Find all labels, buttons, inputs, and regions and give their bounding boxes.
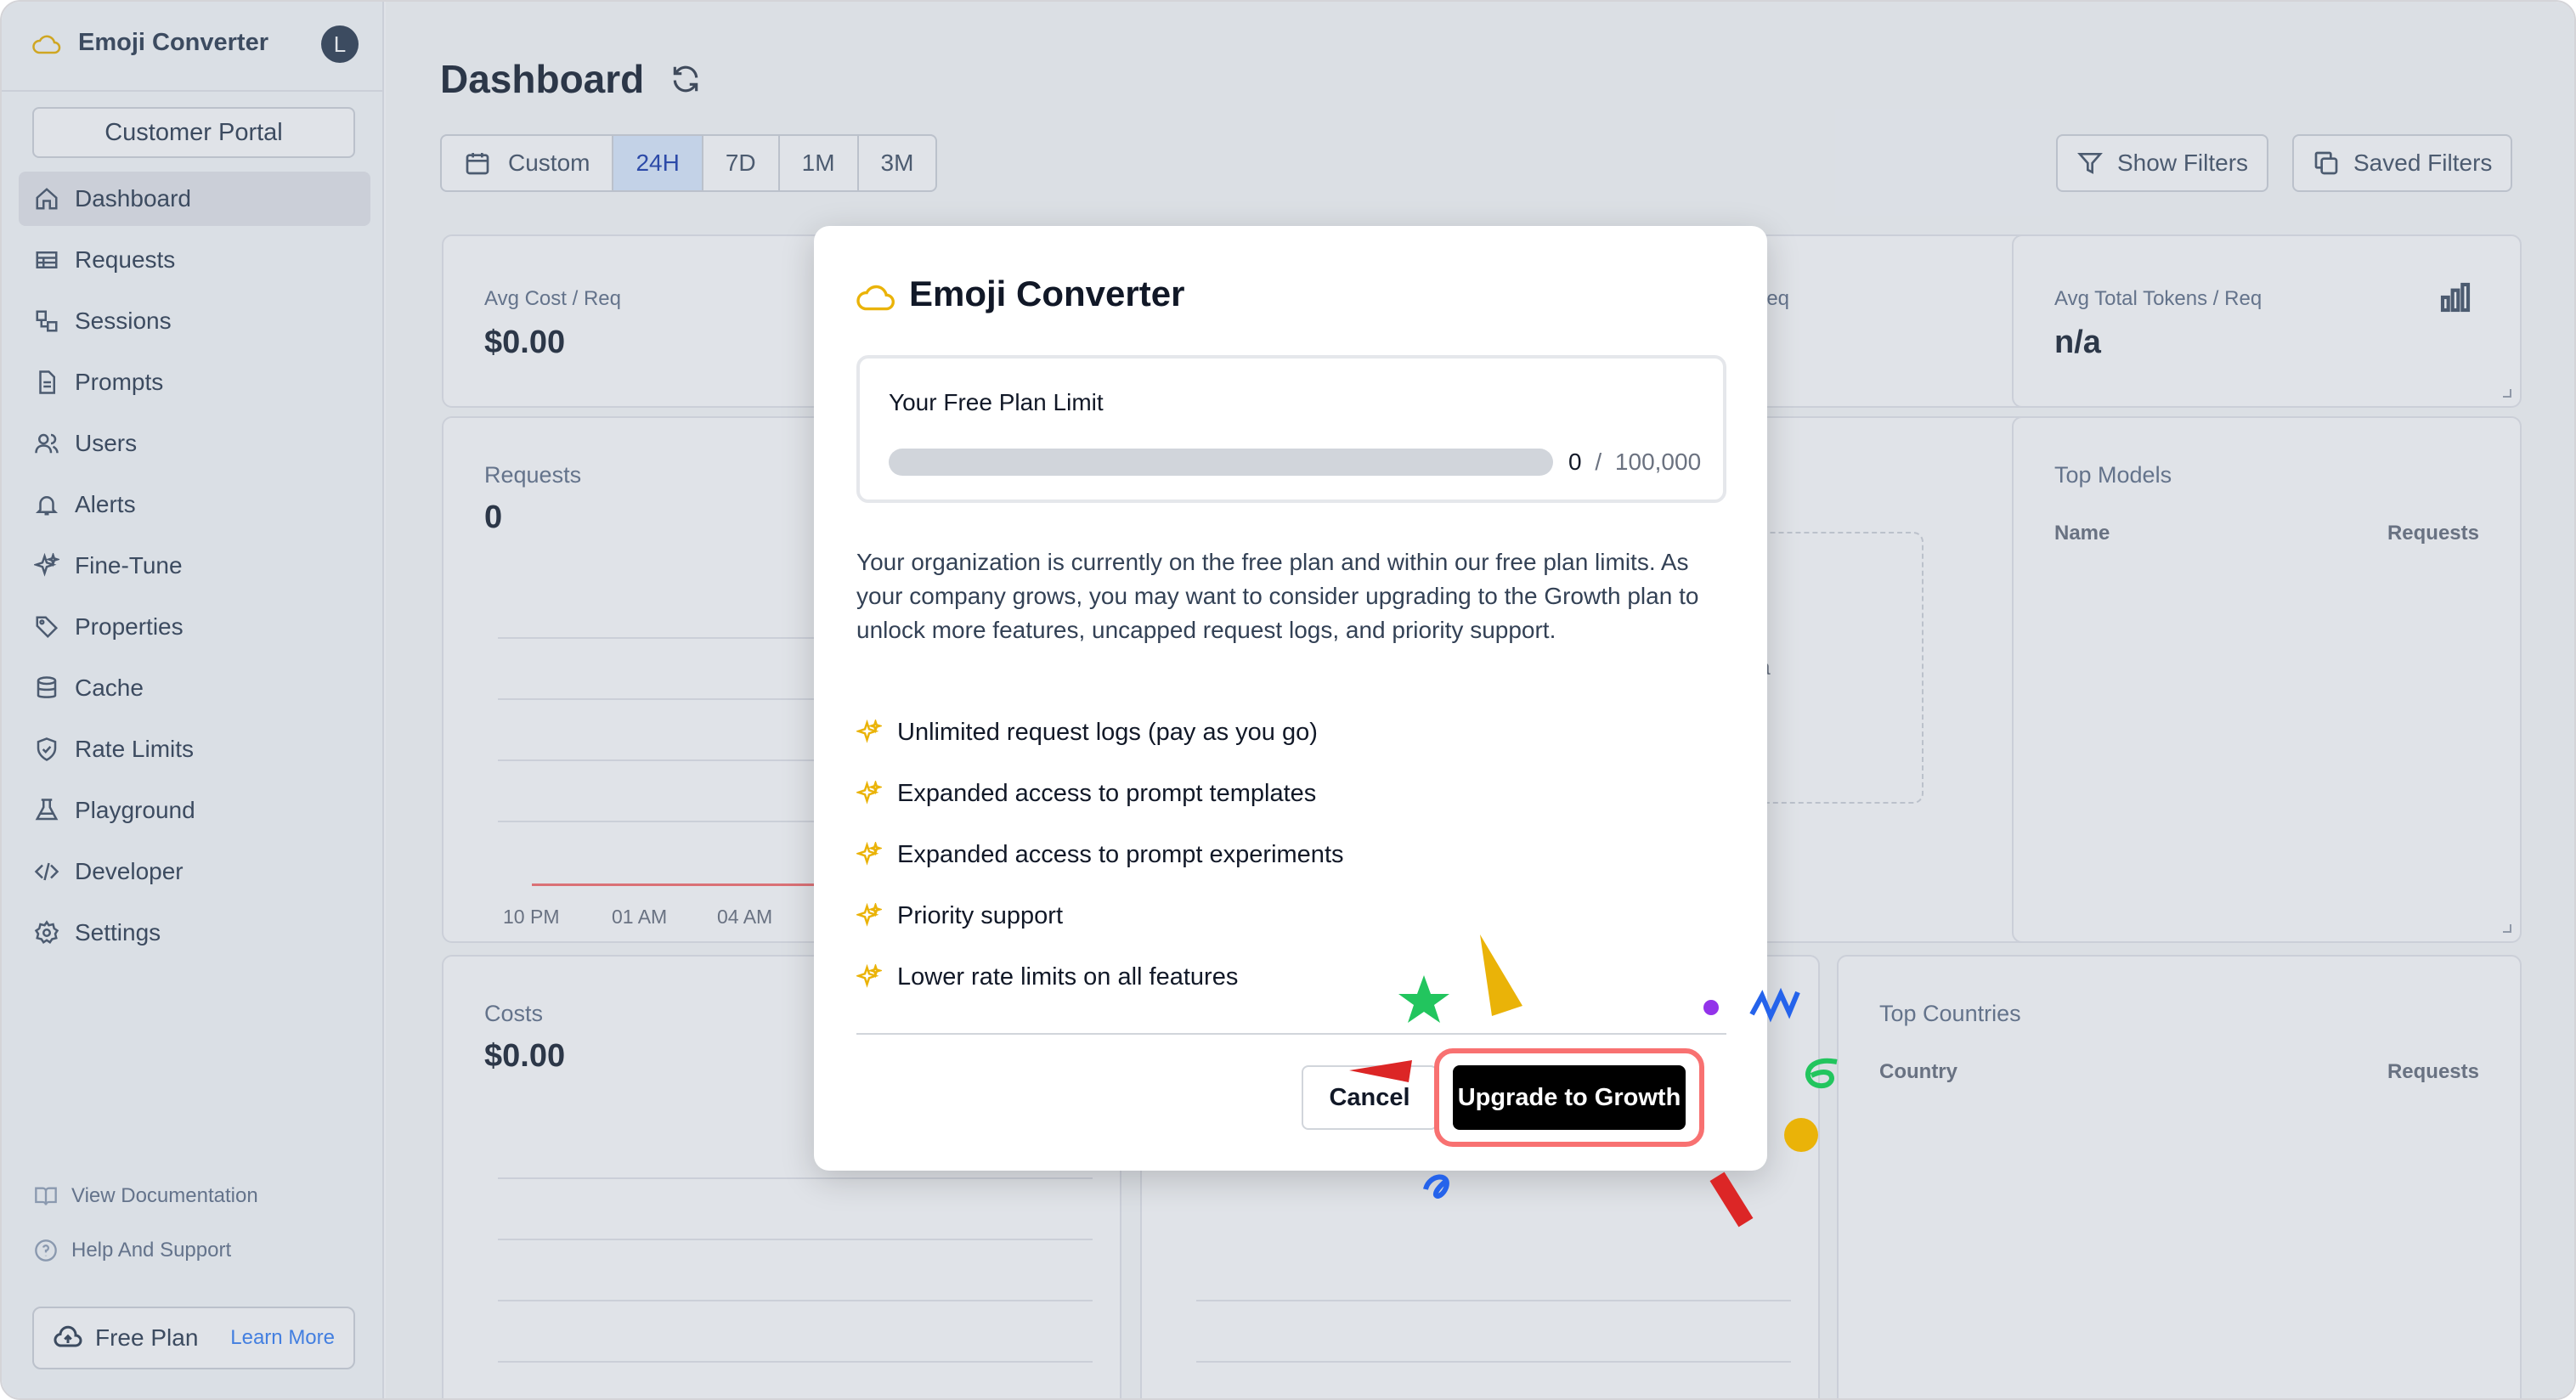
feature-item: Priority support [856,885,1706,946]
sparkles-icon [856,903,882,927]
feature-item: Unlimited request logs (pay as you go) [856,702,1706,763]
plan-limit-count: 0 / 100,000 [1568,449,1701,476]
modal-title: Emoji Converter [909,274,1185,313]
feature-item: Expanded access to prompt templates [856,763,1706,824]
modal-description: Your organization is currently on the fr… [856,549,1699,643]
feature-item: Expanded access to prompt experiments [856,824,1706,885]
cloud-logo-icon [856,285,895,311]
feature-list: Unlimited request logs (pay as you go) E… [856,702,1706,1008]
feature-label: Expanded access to prompt templates [897,779,1317,807]
sparkles-icon [856,842,882,866]
sparkles-icon [856,781,882,804]
sparkles-icon [856,964,882,988]
upgrade-modal: Emoji Converter Your Free Plan Limit 0 /… [814,226,1767,1171]
plan-limit-title: Your Free Plan Limit [889,389,1104,415]
plan-limit-progress [889,449,1553,476]
feature-item: Lower rate limits on all features [856,946,1706,1008]
feature-label: Unlimited request logs (pay as you go) [897,718,1318,746]
feature-label: Expanded access to prompt experiments [897,840,1344,868]
app-window: Emoji Converter L Customer Portal Dashbo… [0,0,2576,1400]
plan-limit-separator: / [1595,449,1602,475]
modal-divider [856,1033,1726,1035]
feature-label: Priority support [897,901,1064,929]
feature-label: Lower rate limits on all features [897,962,1239,991]
upgrade-to-growth-button[interactable]: Upgrade to Growth [1453,1065,1686,1130]
cancel-button[interactable]: Cancel [1302,1065,1438,1130]
sparkles-icon [856,720,882,743]
plan-limit-box: Your Free Plan Limit 0 / 100,000 [856,355,1726,503]
plan-limit-used: 0 [1568,449,1582,475]
plan-limit-max: 100,000 [1614,449,1702,475]
